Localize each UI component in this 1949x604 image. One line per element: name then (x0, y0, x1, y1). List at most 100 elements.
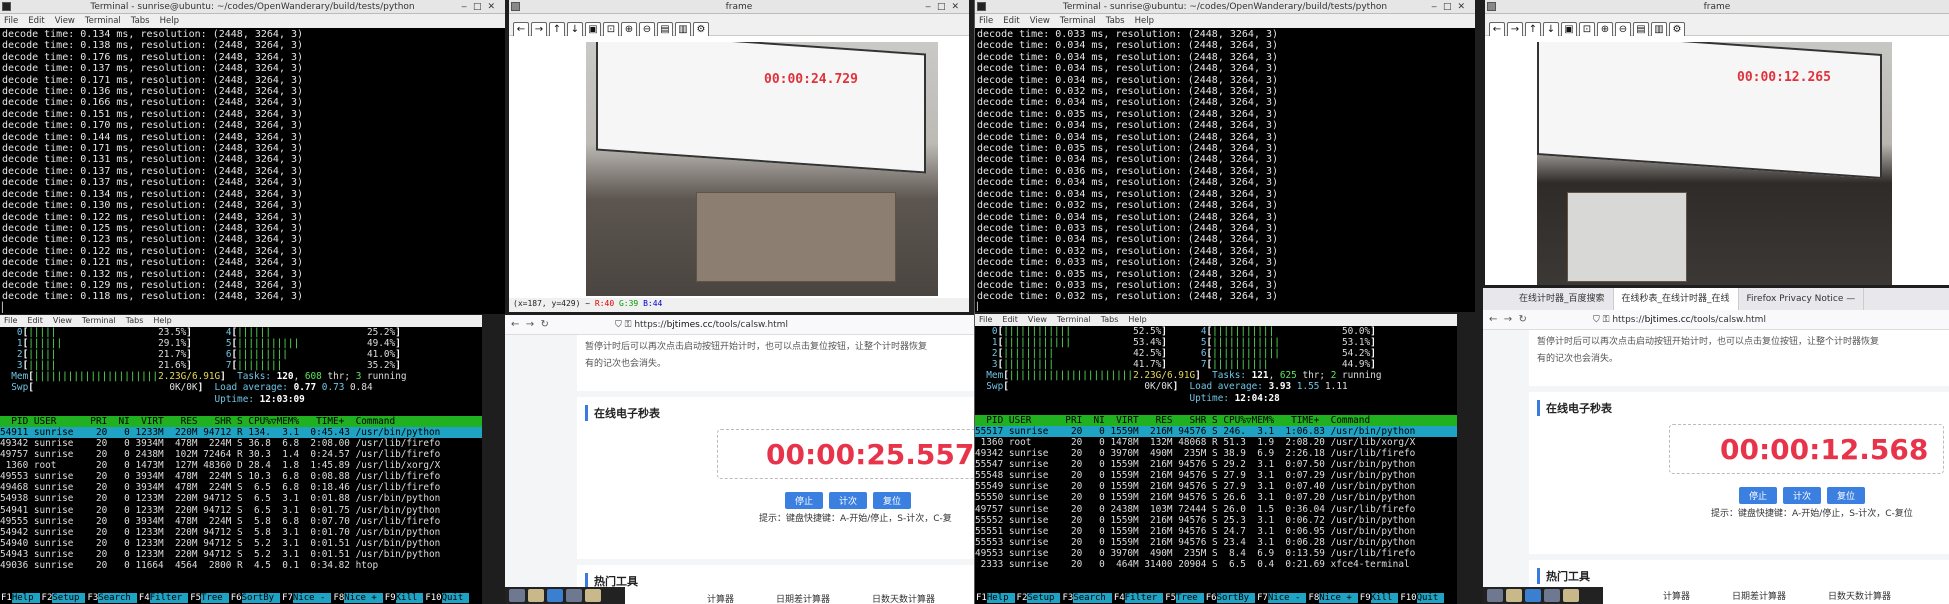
menu-help[interactable]: Help (1128, 315, 1146, 324)
reload-icon[interactable]: ↻ (541, 319, 549, 330)
folder-icon[interactable] (585, 589, 601, 602)
forward-icon[interactable]: → (1504, 314, 1512, 325)
frame-window[interactable]: frame ‒□✕ ← → ↑ ↓ ▣ ⊡ ⊕ ⊖ ▤ ▥ ⚙ 00:00:24.729 (x=18… (509, 0, 969, 312)
menu-tabs[interactable]: Tabs (1101, 315, 1119, 324)
function-key[interactable]: F7Nice - (1256, 593, 1307, 604)
menu-help[interactable]: Help (1135, 16, 1154, 26)
menu-view[interactable]: View (55, 16, 75, 26)
terminal-task-icon[interactable] (509, 589, 525, 602)
process-row[interactable]: 49757 sunrise 20 0 2438M 102M 72464 R 30… (0, 449, 482, 460)
firefox-window[interactable]: 在线计时器_百度搜索 在线秒表_在线计时器_在线 Firefox Privacy N… (1483, 288, 1949, 604)
process-row[interactable]: 55551 sunrise 20 0 1559M 216M 94576 S 24… (975, 526, 1457, 537)
menu-tabs[interactable]: Tabs (126, 316, 144, 325)
htop-output[interactable]: 0[|||||||||||| 52.5%] 4[||||||||||| 50.0… (975, 326, 1457, 604)
function-key[interactable]: F1Help (0, 593, 41, 604)
frame-canvas[interactable]: 00:00:12.265 (1485, 36, 1949, 285)
tool-link[interactable]: 日数天数计算器 (872, 595, 935, 604)
menu-terminal[interactable]: Terminal (82, 316, 116, 325)
process-row[interactable]: 54911 sunrise 20 0 1233M 220M 94712 R 13… (0, 426, 482, 438)
function-key[interactable]: F2Setup (1016, 593, 1062, 604)
frame-window[interactable]: frame ← → ↑ ↓ ▣ ⊡ ⊕ ⊖ ▤ ▥ ⚙ 00:00:12.265 (1485, 0, 1949, 285)
function-key[interactable]: F10Quit (424, 593, 470, 604)
process-row[interactable]: 55550 sunrise 20 0 1559M 216M 94576 S 26… (975, 492, 1457, 503)
process-row[interactable]: 49342 sunrise 20 0 3934M 478M 224M S 36.… (0, 438, 482, 449)
menu-file[interactable]: File (979, 315, 992, 324)
terminal-output[interactable]: decode time: 0.134 ms, resolution: (2448… (0, 28, 505, 313)
process-row[interactable]: 54942 sunrise 20 0 1233M 220M 94712 S 5.… (0, 527, 482, 538)
tool-link[interactable]: 计算器 (1663, 592, 1690, 602)
terminal-window[interactable]: Terminal - sunrise@ubuntu: ~/codes/OpenW… (0, 0, 505, 314)
terminal-titlebar[interactable]: Terminal - sunrise@ubuntu: ~/codes/OpenW… (0, 0, 505, 14)
menu-help[interactable]: Help (153, 316, 171, 325)
menu-edit[interactable]: Edit (1003, 16, 1019, 26)
terminal-output[interactable]: decode time: 0.033 ms, resolution: (2448… (975, 28, 1475, 311)
lap-button[interactable]: 计次 (829, 492, 868, 509)
menu-edit[interactable]: Edit (27, 316, 43, 325)
function-key[interactable]: F7Nice - (281, 593, 332, 604)
firefox-window[interactable]: ← → ↻ ⛉ ⚿ https://bjtimes.cc/tools/calsw… (505, 315, 974, 604)
function-key[interactable]: F5Tree (189, 593, 230, 604)
reload-icon[interactable]: ↻ (1519, 314, 1527, 325)
browser-icon[interactable] (1525, 589, 1541, 602)
folder-icon[interactable] (1563, 589, 1579, 602)
search-icon[interactable] (566, 589, 582, 602)
reset-button[interactable]: 复位 (1827, 487, 1866, 504)
function-key[interactable]: F4Filter (138, 593, 189, 604)
function-key[interactable]: F8Nice + (332, 593, 383, 604)
function-key[interactable]: F9Kill (384, 593, 425, 604)
frame-titlebar[interactable]: frame ‒□✕ (509, 0, 969, 14)
function-key[interactable]: F5Tree (1164, 593, 1205, 604)
process-row[interactable]: 55517 sunrise 20 0 1559M 216M 94576 S 24… (975, 425, 1457, 437)
back-icon[interactable]: ← (511, 319, 519, 330)
folder-icon[interactable] (1506, 589, 1522, 602)
process-row[interactable]: 49036 sunrise 20 0 11664 4564 2800 R 4.5… (0, 560, 482, 571)
process-row[interactable]: 1360 root 20 0 1473M 127M 48360 D 28.4 1… (0, 460, 482, 471)
function-key[interactable]: F3Search (86, 593, 137, 604)
function-key[interactable]: F9Kill (1359, 593, 1400, 604)
stop-button[interactable]: 停止 (1739, 487, 1778, 504)
window-controls[interactable]: ‒□✕ (925, 0, 965, 14)
terminal-task-icon[interactable] (1487, 589, 1503, 602)
menu-file[interactable]: File (4, 316, 17, 325)
function-key[interactable]: F1Help (975, 593, 1016, 604)
process-row[interactable]: 49342 sunrise 20 0 3970M 490M 235M S 38.… (975, 448, 1457, 459)
tab-stopwatch[interactable]: 在线秒表_在线计时器_在线 (1613, 288, 1739, 310)
browser-icon[interactable] (547, 589, 563, 602)
window-controls[interactable]: ‒□✕ (1431, 0, 1471, 14)
stop-button[interactable]: 停止 (785, 492, 824, 509)
menu-terminal[interactable]: Terminal (1057, 315, 1091, 324)
process-row[interactable]: 54941 sunrise 20 0 1233M 220M 94712 S 6.… (0, 505, 482, 516)
tool-link[interactable]: 日期差计算器 (1732, 592, 1786, 602)
process-row[interactable]: 49468 sunrise 20 0 3934M 478M 224M S 6.5… (0, 482, 482, 493)
url-bar[interactable]: ⛉ ⚿ https://bjtimes.cc/tools/calsw.html (1593, 313, 1943, 327)
menu-tabs[interactable]: Tabs (131, 16, 150, 26)
process-row[interactable]: 55552 sunrise 20 0 1559M 216M 94576 S 25… (975, 515, 1457, 526)
menu-view[interactable]: View (1028, 315, 1047, 324)
folder-icon[interactable] (528, 589, 544, 602)
process-row[interactable]: 1360 root 20 0 1478M 132M 48068 R 51.3 1… (975, 437, 1457, 448)
menu-view[interactable]: View (1030, 16, 1050, 26)
menu-help[interactable]: Help (160, 16, 179, 26)
tool-link[interactable]: 计算器 (707, 595, 734, 604)
forward-icon[interactable]: → (526, 319, 534, 330)
window-controls[interactable]: ‒□✕ (461, 0, 501, 14)
terminal-titlebar[interactable]: Terminal - sunrise@ubuntu: ~/codes/OpenW… (975, 0, 1475, 14)
menu-tabs[interactable]: Tabs (1106, 16, 1125, 26)
process-row[interactable]: 49553 sunrise 20 0 3970M 490M 235M S 8.4… (975, 548, 1457, 559)
htop-output[interactable]: 0[||||| 23.5%] 4[|||||| 25.2%] 1[|||||| … (0, 327, 482, 604)
process-row[interactable]: 54943 sunrise 20 0 1233M 220M 94712 S 5.… (0, 549, 482, 560)
reset-button[interactable]: 复位 (873, 492, 912, 509)
function-key[interactable]: F8Nice + (1307, 593, 1358, 604)
tool-link[interactable]: 日数天数计算器 (1828, 592, 1891, 602)
frame-titlebar[interactable]: frame (1485, 0, 1949, 14)
frame-canvas[interactable]: 00:00:24.729 (509, 36, 969, 298)
menu-file[interactable]: File (979, 16, 993, 26)
terminal-window[interactable]: Terminal - sunrise@ubuntu: ~/codes/OpenW… (975, 0, 1475, 312)
function-key[interactable]: F2Setup (41, 593, 87, 604)
menu-file[interactable]: File (4, 16, 18, 26)
process-row[interactable]: 55549 sunrise 20 0 1559M 216M 94576 S 27… (975, 481, 1457, 492)
function-key[interactable]: F3Search (1061, 593, 1112, 604)
process-row[interactable]: 55547 sunrise 20 0 1559M 216M 94576 S 29… (975, 459, 1457, 470)
tab-privacy[interactable]: Firefox Privacy Notice — (1739, 288, 1865, 310)
menu-terminal[interactable]: Terminal (85, 16, 121, 26)
